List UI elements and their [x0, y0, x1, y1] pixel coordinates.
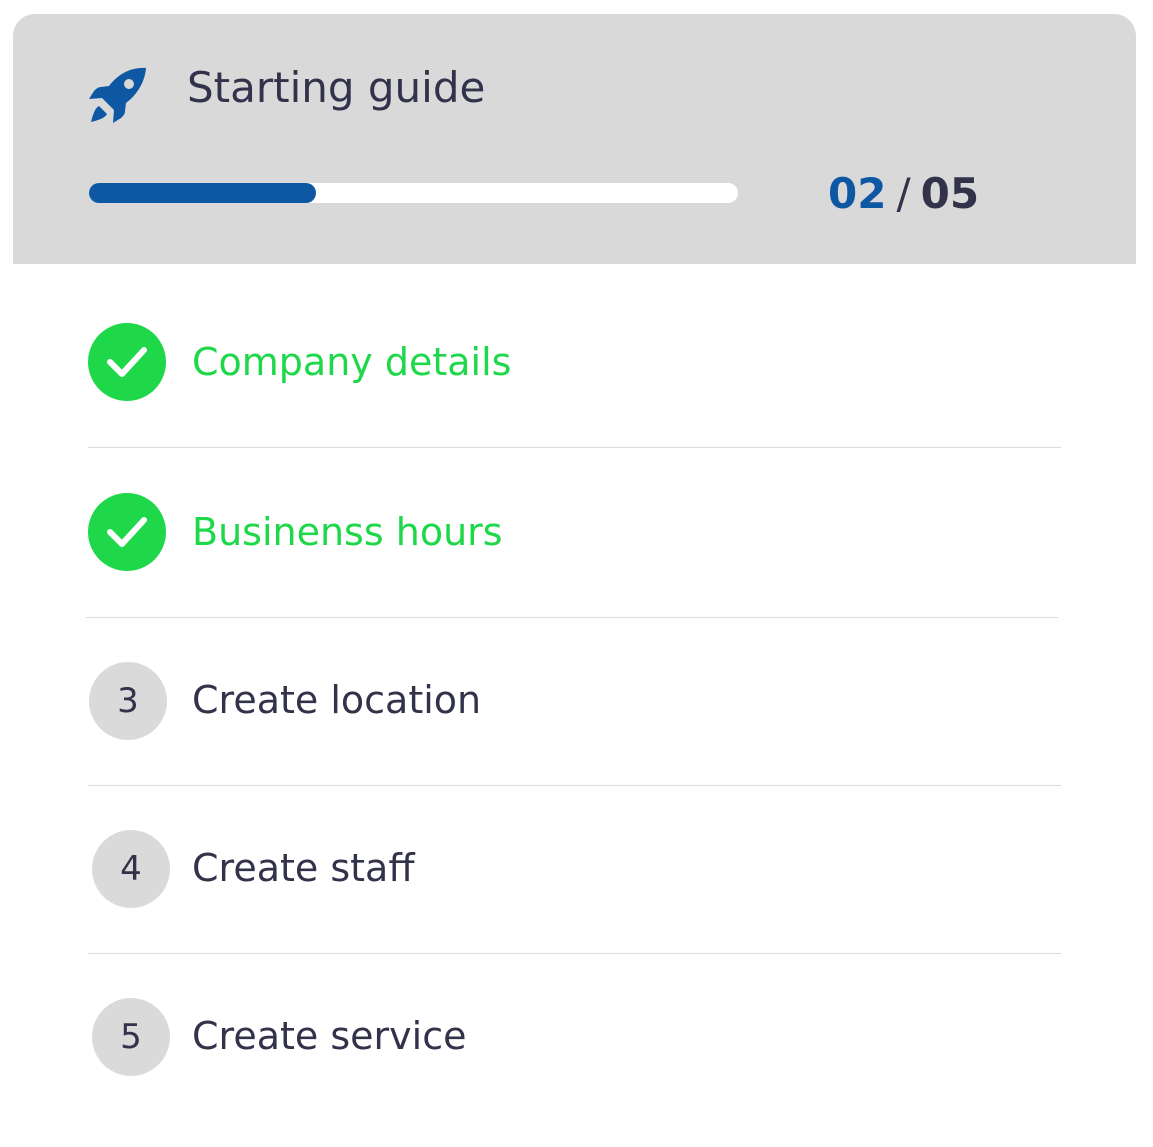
progress-separator: / — [896, 169, 911, 218]
progress-counter: 02/05 — [828, 168, 979, 220]
checkmark-icon — [88, 493, 166, 571]
guide-title: Starting guide — [187, 63, 486, 112]
step-label: Create service — [192, 1014, 467, 1058]
step-number-badge: 4 — [92, 830, 170, 908]
divider — [88, 447, 1061, 448]
guide-header: Starting guide 02/05 — [13, 14, 1136, 264]
rocket-icon — [89, 67, 146, 123]
step-create-location[interactable]: 3 Create location — [13, 622, 1136, 790]
step-number-badge: 3 — [89, 662, 167, 740]
starting-guide-card: Starting guide 02/05 Company details Bus… — [13, 14, 1136, 1134]
step-number-badge: 5 — [92, 998, 170, 1076]
progress-bar-fill — [89, 183, 317, 203]
checkmark-icon — [88, 323, 166, 401]
step-business-hours[interactable]: Businenss hours — [13, 454, 1136, 622]
step-label: Create location — [192, 678, 482, 722]
step-label: Create staff — [192, 846, 415, 890]
divider — [86, 617, 1058, 618]
step-company-details[interactable]: Company details — [13, 284, 1136, 452]
step-create-service[interactable]: 5 Create service — [13, 958, 1136, 1126]
step-create-staff[interactable]: 4 Create staff — [13, 790, 1136, 958]
divider — [88, 785, 1061, 786]
progress-bar — [89, 183, 738, 203]
divider — [88, 953, 1061, 954]
step-label: Businenss hours — [192, 510, 503, 554]
progress-total: 05 — [920, 169, 980, 218]
step-label: Company details — [192, 340, 512, 384]
progress-current: 02 — [828, 169, 887, 218]
